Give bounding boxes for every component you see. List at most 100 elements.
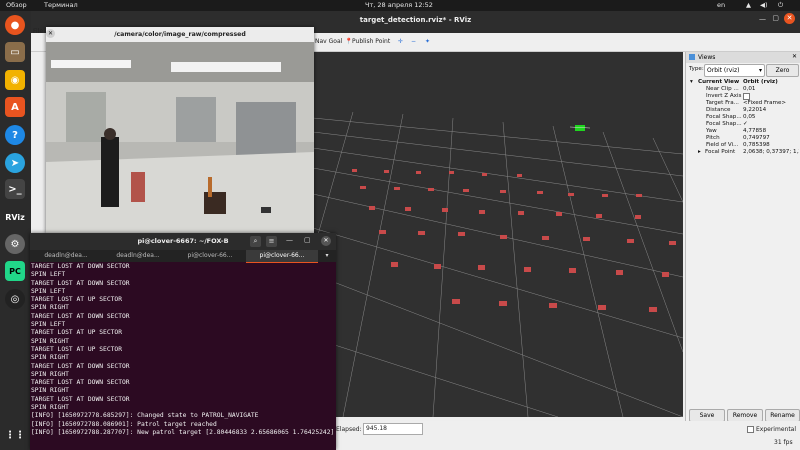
terminal-line: [INFO] [1650972788.287707]: New patrol t… (31, 428, 335, 436)
terminal-tab[interactable]: deadln@dea... (30, 250, 102, 262)
activities-button[interactable]: Обзор (6, 1, 27, 9)
prop-value[interactable]: 9,22014 (743, 107, 766, 113)
zero-button[interactable]: Zero (766, 64, 799, 77)
hamburger-menu-icon[interactable]: ≡ (266, 236, 277, 247)
terminal-tab[interactable]: deadln@dea... (102, 250, 174, 262)
nav-goal-tool[interactable]: Nav Goal (315, 38, 342, 45)
terminal-line: SPIN LEFT (31, 271, 66, 279)
rviz-window-title: target_detection.rviz* - RViz (359, 16, 472, 24)
expand-arrow-icon[interactable]: ▸ (698, 149, 701, 155)
tab-list-chevron-icon[interactable]: ▾ (320, 250, 334, 262)
focal-shape-checkbox[interactable]: ✓ (743, 121, 748, 127)
telegram-icon[interactable]: ➤ (5, 153, 25, 173)
terminal-tab[interactable]: pi@clover-66... (174, 250, 246, 262)
camera-image-window[interactable]: /camera/color/image_raw/compressed ✕ (46, 27, 314, 234)
expand-arrow-icon[interactable]: ▾ (690, 79, 693, 85)
elapsed-label: Elapsed: (336, 426, 362, 433)
terminal-line: SPIN LEFT (31, 287, 66, 295)
active-app-menu[interactable]: Терминал (44, 1, 78, 9)
experimental-label: Experimental (756, 426, 797, 433)
settings-icon[interactable]: ⚙ (5, 234, 25, 254)
maximize-icon[interactable]: ▢ (304, 236, 311, 244)
render-viewport[interactable] (313, 52, 683, 417)
chevron-down-icon: ▾ (758, 67, 762, 74)
plus-icon[interactable]: ✦ (425, 38, 430, 45)
views-header: Views ✕ (686, 52, 800, 63)
camera-window-titlebar: /camera/color/image_raw/compressed ✕ (46, 27, 314, 43)
file-menu[interactable]: File (33, 28, 43, 35)
terminal-line: [INFO] [1650972788.086901]: Patrol targe… (31, 420, 217, 428)
apps-grid-icon[interactable]: ⋮⋮ (5, 425, 25, 445)
minimize-icon[interactable]: — (759, 15, 766, 23)
views-panel-icon (689, 54, 695, 60)
invert-z-checkbox[interactable] (743, 93, 750, 100)
files-icon[interactable]: ▭ (5, 42, 25, 62)
close-panel-icon[interactable]: ✕ (792, 53, 797, 60)
terminal-line: TARGET LOST AT DOWN SECTOR (31, 362, 130, 370)
prop-name: Focal Point (705, 149, 736, 155)
terminal-titlebar: pi@clover-6667: ~/FOX-B ⌕ ≡ — ▢ ✕ (30, 233, 336, 250)
terminal-window[interactable]: pi@clover-6667: ~/FOX-B ⌕ ≡ — ▢ ✕ deadln… (30, 233, 336, 450)
prop-value[interactable]: 2,0638; 0,37397; 1,2 (743, 149, 799, 155)
search-icon[interactable]: ⌕ (250, 236, 261, 247)
terminal-line: TARGET LOST AT DOWN SECTOR (31, 279, 130, 287)
terminal-line: SPIN RIGHT (31, 354, 69, 362)
rhythmbox-icon[interactable]: ◉ (5, 70, 25, 90)
grid-3d-view (313, 111, 683, 417)
clock[interactable]: Чт, 28 апреля 12:52 (365, 1, 433, 9)
prop-value[interactable]: 0,785398 (743, 142, 770, 148)
ground-grid (313, 111, 683, 417)
publish-point-tool[interactable]: Publish Point (352, 38, 390, 45)
type-label: Type: (689, 66, 704, 72)
view-type-select[interactable]: Orbit (rviz) ▾ (704, 64, 765, 77)
close-icon[interactable]: ✕ (321, 236, 331, 246)
prop-name: Current View (698, 79, 740, 85)
elapsed-field: 945.18 (363, 423, 423, 435)
views-panel: Views ✕ Type: Orbit (rviz) ▾ Zero ▾ Curre… (685, 52, 800, 422)
obs-icon[interactable]: ◎ (5, 289, 25, 309)
terminal-line: SPIN RIGHT (31, 304, 69, 312)
prop-value: Orbit (rviz) (743, 79, 778, 85)
terminal-line: TARGET LOST AT DOWN SECTOR (31, 312, 130, 320)
camera-frame (46, 42, 314, 234)
prop-name: Field of Vi... (706, 142, 739, 148)
experimental-checkbox[interactable] (747, 426, 754, 433)
dock: ● ▭ ◉ A ? ➤ >_ RViz ⚙ PC ◎ ⋮⋮ (0, 11, 31, 450)
terminal-icon[interactable]: >_ (5, 179, 25, 199)
minimize-icon[interactable]: — (286, 236, 293, 244)
terminal-line: SPIN RIGHT (31, 387, 69, 395)
firefox-icon[interactable]: ● (5, 15, 25, 35)
rviz-icon[interactable]: RViz (5, 207, 25, 227)
power-icon[interactable]: ⏻ (778, 1, 783, 10)
help-icon[interactable]: ? (5, 125, 25, 145)
prop-name: Focal Shap... (706, 121, 742, 127)
prop-value[interactable]: 0,749797 (743, 135, 770, 141)
keyboard-layout[interactable]: en (717, 1, 725, 9)
network-icon[interactable]: ▲ (746, 1, 751, 9)
terminal-line: TARGET LOST AT UP SECTOR (31, 345, 122, 353)
prop-value[interactable]: 4,77858 (743, 128, 766, 134)
prop-name: Target Fra... (706, 100, 739, 106)
terminal-tab-active[interactable]: pi@clover-66... (246, 250, 318, 263)
terminal-line: SPIN RIGHT (31, 337, 69, 345)
move-camera-icon[interactable]: ✛ (398, 38, 403, 45)
minus-icon[interactable]: − (411, 38, 416, 45)
prop-value[interactable]: 0,05 (743, 114, 755, 120)
time-status-bar: Elapsed: 945.18 Experimental 31 fps (313, 421, 800, 450)
prop-value[interactable]: 0,01 (743, 86, 755, 92)
terminal-line: SPIN LEFT (31, 321, 66, 329)
camera-image (46, 42, 314, 234)
appcenter-icon[interactable]: A (5, 97, 25, 117)
terminal-line: [INFO] [1650972778.685297]: Changed stat… (31, 412, 259, 420)
views-title: Views (698, 54, 716, 61)
maximize-icon[interactable]: ▢ (772, 14, 779, 22)
terminal-line: TARGET LOST AT DOWN SECTOR (31, 263, 130, 270)
close-icon[interactable]: ✕ (46, 29, 55, 38)
prop-name: Yaw (706, 128, 717, 134)
terminal-output[interactable]: TARGET LOST AT DOWN SECTOR SPIN LEFT TARGE… (31, 263, 335, 450)
volume-icon[interactable]: ◀) (760, 1, 768, 9)
close-icon[interactable]: ✕ (784, 13, 795, 24)
pycharm-icon[interactable]: PC (5, 261, 25, 281)
prop-name: Invert Z Axis (706, 93, 742, 99)
prop-value[interactable]: <Fixed Frame> (743, 100, 786, 106)
